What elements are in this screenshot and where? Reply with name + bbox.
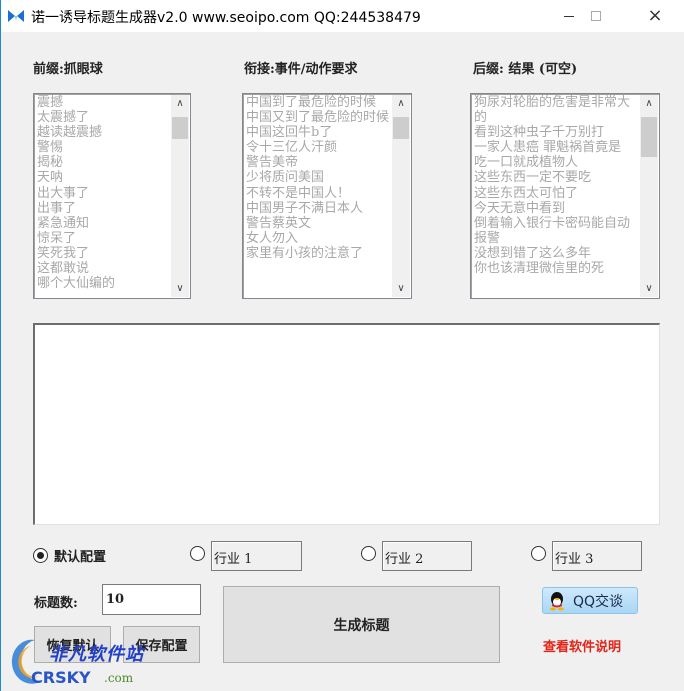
list-item[interactable]: 女人勿入 (246, 231, 391, 246)
list-item[interactable]: 你也该清理微信里的死 (474, 261, 639, 276)
title-count-input[interactable]: 10 (102, 584, 201, 615)
close-button[interactable]: × (632, 0, 678, 32)
close-icon: × (647, 5, 663, 26)
title-bar[interactable]: 诺一诱导标题生成器v2.0 www.seoipo.com QQ:24453847… (1, 0, 684, 32)
list-item[interactable]: 揭秘 (37, 155, 170, 170)
industry-1-field[interactable]: 行业 1 (211, 541, 302, 571)
list-item[interactable]: 警惕 (37, 140, 170, 155)
prefix-list[interactable]: 震撼 太震撼了 越读越震撼 警惕 揭秘 天呐 出大事了 出事了 紧急通知 惊呆了 笑死我了 这都敢说哪… (33, 93, 191, 299)
list-item[interactable]: 哪个大仙编的 (37, 276, 170, 291)
list-item[interactable]: 出事了 (37, 201, 170, 216)
connector-label: 衔接:事件/动作要求 (244, 62, 358, 77)
list-item[interactable]: 吃一口就成植物人 (474, 155, 639, 170)
list-item[interactable]: 看到这种虫子千万别打 (474, 125, 639, 140)
qq-chat-button[interactable]: QQ交谈 (542, 587, 638, 614)
list-item[interactable]: 不转不是中国人！ (246, 186, 391, 201)
watermark-com-text: .com (104, 671, 134, 685)
list-item[interactable]: 这些东西一定不要吃 (474, 170, 639, 185)
industry-3-field[interactable]: 行业 3 (552, 541, 642, 571)
radio-industry-3[interactable] (531, 546, 546, 561)
list-item[interactable]: 惊呆了 (37, 231, 170, 246)
list-item[interactable]: 倒着输入银行卡密码能自动报警 (474, 216, 639, 246)
list-item[interactable]: 一家人患癌 罪魁祸首竟是 (474, 140, 639, 155)
radio-industry-2[interactable] (361, 546, 376, 561)
list-item[interactable]: 警告美帝 (246, 155, 391, 170)
list-item[interactable]: 天呐 (37, 170, 170, 185)
radio-unchecked-icon[interactable] (531, 546, 546, 561)
list-item[interactable]: 家里有小孩的注意了 (246, 246, 391, 261)
watermark-en-text: CRSKY (31, 668, 91, 687)
list-item[interactable]: 这都敢说 (37, 261, 170, 276)
list-item[interactable]: 中国到了最危险的时候 (246, 95, 391, 110)
list-item[interactable]: 狗尿对轮胎的危害是非常大的 (474, 95, 639, 125)
scroll-down-icon[interactable]: ∨ (640, 280, 658, 297)
suffix-list[interactable]: 狗尿对轮胎的危害是非常大的 看到这种虫子千万别打 一家人患癌 罪魁祸首竟是 吃一口就成… (470, 93, 660, 299)
list-item[interactable]: 没想到错了这么多年 (474, 246, 639, 261)
industry-2-field[interactable]: 行业 2 (382, 541, 472, 571)
list-item[interactable]: 紧急通知 (37, 216, 170, 231)
radio-unchecked-icon[interactable] (190, 546, 205, 561)
scroll-up-icon[interactable]: ∧ (392, 95, 410, 112)
scroll-up-icon[interactable]: ∧ (171, 95, 189, 112)
radio-unchecked-icon[interactable] (361, 546, 376, 561)
list-item[interactable]: 中国又到了最危险的时候 (246, 110, 391, 125)
qq-penguin-icon (550, 591, 564, 610)
prefix-list-scrollbar[interactable]: ∧ ∨ (171, 95, 189, 297)
scroll-thumb[interactable] (172, 117, 188, 139)
radio-default-label: 默认配置 (54, 550, 107, 565)
list-item[interactable]: 笑死我了 (37, 246, 170, 261)
restore-default-button[interactable]: 恢复默认 (34, 626, 111, 663)
title-count-label: 标题数: (34, 596, 78, 611)
qq-chat-label: QQ交谈 (573, 593, 624, 610)
suffix-list-scrollbar[interactable]: ∧ ∨ (640, 95, 658, 297)
list-item[interactable]: 令十三亿人汗颜 (246, 140, 391, 155)
radio-default-config[interactable]: 默认配置 (33, 546, 106, 565)
scroll-down-icon[interactable]: ∨ (171, 280, 189, 297)
window-title: 诺一诱导标题生成器v2.0 www.seoipo.com QQ:24453847… (31, 10, 421, 26)
scroll-thumb[interactable] (641, 117, 657, 157)
list-item[interactable]: 这些东西太可怕了 (474, 186, 639, 201)
list-item[interactable]: 越读越震撼 (37, 125, 170, 140)
list-item[interactable]: 震撼 (37, 95, 170, 110)
prefix-label: 前缀:抓眼球 (33, 62, 103, 77)
save-config-button[interactable]: 保存配置 (123, 626, 200, 663)
scroll-thumb[interactable] (393, 117, 409, 139)
list-item[interactable]: 中国这回牛b了 (246, 125, 391, 140)
generate-titles-button[interactable]: 生成标题 (223, 586, 500, 663)
list-item[interactable]: 中国男子不满日本人 (246, 201, 391, 216)
view-help-link[interactable]: 查看软件说明 (543, 636, 621, 655)
maximize-button[interactable] (573, 0, 619, 32)
suffix-label: 后缀: 结果 (可空) (473, 62, 578, 77)
list-item[interactable]: 少将质问美国 (246, 170, 391, 185)
connector-list[interactable]: 中国到了最危险的时候 中国又到了最危险的时候 中国这回牛b了 令十三亿人汗颜 警告美帝少… (242, 93, 412, 299)
connector-list-scrollbar[interactable]: ∧ ∨ (392, 95, 410, 297)
app-butterfly-icon (8, 10, 24, 22)
list-item[interactable]: 太震撼了 (37, 110, 170, 125)
output-textarea[interactable] (33, 323, 660, 525)
list-item[interactable]: 今天无意中看到 (474, 201, 639, 216)
scroll-up-icon[interactable]: ∧ (640, 95, 658, 112)
scroll-down-icon[interactable]: ∨ (392, 280, 410, 297)
list-item[interactable]: 警告蔡英文 (246, 216, 391, 231)
app-window: 诺一诱导标题生成器v2.0 www.seoipo.com QQ:24453847… (0, 0, 684, 691)
list-item[interactable]: 出大事了 (37, 186, 170, 201)
maximize-icon (591, 11, 601, 21)
radio-checked-icon[interactable] (33, 548, 48, 563)
radio-industry-1[interactable] (190, 546, 205, 561)
